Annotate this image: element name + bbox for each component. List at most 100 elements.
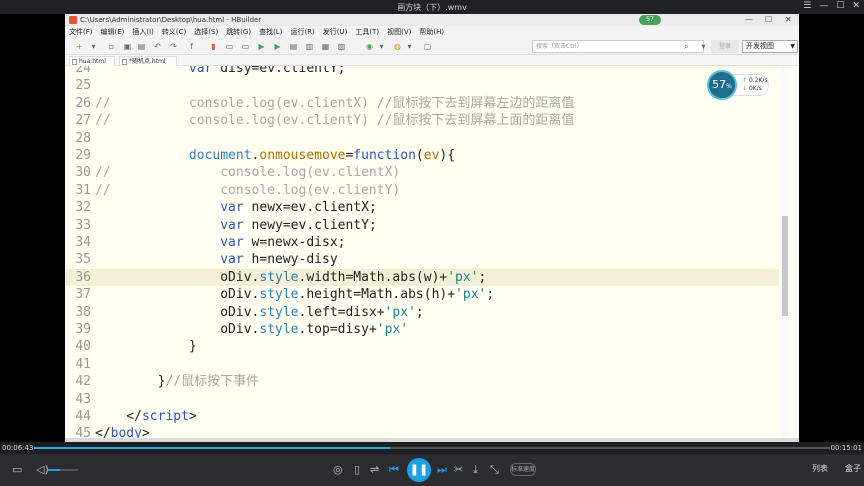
close-icon[interactable]: ✕: [852, 1, 860, 11]
code-line[interactable]: 39 oDiv.style.top=disy+'px': [65, 321, 779, 338]
box-button[interactable]: 盒子: [845, 463, 861, 474]
code-token: function: [353, 148, 416, 163]
code-line[interactable]: 34 var w=newx-disx;: [65, 234, 779, 251]
redo-icon[interactable]: ↷: [169, 42, 178, 51]
folder-icon[interactable]: ▭: [12, 463, 22, 476]
code-line[interactable]: 27// console.log(ev.clientY) //鼠标按下去到屏幕上…: [65, 112, 779, 129]
login-button[interactable]: 登录: [711, 40, 739, 53]
pause-button[interactable]: ❚❚: [407, 458, 431, 482]
menu-item[interactable]: 查找(L): [259, 27, 282, 37]
save-icon[interactable]: ▣: [123, 42, 132, 51]
menu-item[interactable]: 选择(S): [194, 27, 218, 37]
code-line[interactable]: 40 }: [65, 338, 779, 355]
line-number: 25: [75, 78, 91, 94]
panel-icon[interactable]: ▥: [305, 42, 314, 51]
search-icon[interactable]: ⌕: [684, 42, 688, 52]
find-icon[interactable]: ▭: [225, 42, 234, 51]
volume-icon[interactable]: ◁): [36, 463, 49, 476]
code-line[interactable]: 41: [65, 356, 779, 373]
code-line[interactable]: 26// console.log(ev.clientX) //鼠标按下去到屏幕左…: [65, 95, 779, 112]
menu-item[interactable]: 编辑(E): [101, 27, 125, 37]
menu-item[interactable]: 运行(R): [290, 27, 314, 37]
upload-arrow-icon: ↑: [742, 77, 748, 84]
code-editor[interactable]: 24 var disy=ev.clientY; 25 26// console.lo…: [65, 66, 799, 442]
format-icon[interactable]: f: [187, 42, 196, 51]
scrollbar-thumb[interactable]: [782, 216, 788, 316]
layout-icon[interactable]: ▤: [289, 42, 298, 51]
fullscreen-icon[interactable]: ▢: [423, 42, 432, 51]
menu-item[interactable]: 插入(I): [132, 27, 154, 37]
vr-icon[interactable]: ◎: [333, 463, 343, 476]
screenshot-icon[interactable]: ▯: [354, 463, 360, 476]
code-line[interactable]: 33 var newy=ev.clientY;: [65, 217, 779, 234]
run-icon[interactable]: ▶: [257, 42, 266, 51]
view-select[interactable]: 开发视图 ▼: [742, 40, 798, 53]
code-line[interactable]: 30// console.log(ev.clientX): [65, 164, 779, 181]
download-icon[interactable]: ⤓: [473, 463, 478, 477]
sidebar-icon[interactable]: ▧: [337, 42, 346, 51]
split-icon[interactable]: ▦: [321, 42, 330, 51]
code-line[interactable]: 29 document.onmousemove=function(ev){: [65, 147, 779, 164]
tab-hua-html[interactable]: hua.html: [69, 56, 115, 66]
code-line[interactable]: 24 var disy=ev.clientY;: [65, 66, 779, 77]
volume-slider[interactable]: [48, 469, 78, 471]
menu-item[interactable]: 帮助(H): [419, 27, 444, 37]
code-line[interactable]: 35 var h=newy-disy: [65, 251, 779, 268]
menu-icon[interactable]: ☰: [803, 1, 811, 11]
code-line[interactable]: 44 </script>: [65, 408, 779, 425]
open-icon[interactable]: ▫: [107, 42, 116, 51]
notification-badge[interactable]: 57: [639, 15, 661, 25]
code-token: style: [259, 304, 299, 320]
hb-maximize-icon[interactable]: ☐: [765, 15, 772, 24]
video-area[interactable]: C:\Users\Administrator\Desktop\hua.html …: [0, 14, 864, 442]
browser-dropdown-icon[interactable]: ▾: [377, 42, 386, 51]
vertical-scrollbar[interactable]: [781, 66, 789, 442]
replace-icon[interactable]: ▭: [241, 42, 250, 51]
cut-icon[interactable]: ✂: [454, 463, 463, 476]
browser-icon[interactable]: ◉: [365, 42, 374, 51]
hb-close-icon[interactable]: ✕: [785, 15, 792, 24]
bookmark-icon[interactable]: ▮: [209, 42, 218, 51]
menu-item[interactable]: 转义(C): [162, 27, 186, 37]
search-dropdown-icon[interactable]: ▾: [699, 42, 708, 51]
menu-item[interactable]: 文件(F): [69, 27, 93, 37]
code-line[interactable]: 38 oDiv.style.left=disx+'px';: [65, 304, 779, 321]
code-line[interactable]: 32 var newx=ev.clientX;: [65, 199, 779, 216]
code-line[interactable]: 37 oDiv.style.height=Math.abs(h)+'px';: [65, 286, 779, 303]
progress-track[interactable]: [34, 447, 830, 449]
maximize-icon[interactable]: ☐: [836, 1, 844, 11]
code-line[interactable]: 25: [65, 77, 779, 94]
code-token: ;: [415, 304, 424, 320]
previous-icon[interactable]: ⏮: [389, 463, 399, 477]
menu-item[interactable]: 视图(V): [387, 27, 411, 37]
shrink-icon[interactable]: ⤡: [490, 463, 499, 477]
next-icon[interactable]: ⏭: [437, 463, 447, 477]
code-line[interactable]: 36 oDiv.style.width=Math.abs(w)+'px';: [65, 268, 779, 286]
code-line[interactable]: 31// console.log(ev.clientY): [65, 182, 779, 199]
code-token: >: [188, 409, 197, 424]
search-input[interactable]: 搜索（双击Ctrl）: [532, 40, 704, 53]
code-line[interactable]: 42 }//鼠标按下事件: [65, 373, 779, 390]
preview-dropdown-icon[interactable]: ▾: [405, 42, 414, 51]
line-number: 39: [75, 322, 91, 337]
settings-sliders-icon[interactable]: ⇌: [370, 463, 379, 476]
progress-bar[interactable]: 00:06:43 00:15:01: [0, 442, 864, 454]
code-line[interactable]: 28: [65, 130, 779, 147]
save-all-icon[interactable]: ▤: [137, 42, 146, 51]
memory-usage-circle[interactable]: 57%: [707, 70, 737, 100]
undo-icon[interactable]: ↶: [153, 42, 162, 51]
debug-icon[interactable]: ▶: [273, 42, 282, 51]
playback-speed-button[interactable]: 标准速度: [510, 463, 536, 476]
menu-item[interactable]: 发行(U): [323, 27, 348, 37]
code-line[interactable]: 43: [65, 391, 779, 408]
hb-minimize-icon[interactable]: —: [745, 15, 753, 24]
tab-suijidian-html[interactable]: *随机点.html: [119, 56, 177, 66]
playlist-button[interactable]: 列表: [812, 463, 828, 474]
new-file-icon[interactable]: +: [75, 42, 84, 51]
dropdown-icon[interactable]: ▾: [89, 42, 98, 51]
upload-speed: 0.2K/s: [748, 77, 768, 84]
menu-item[interactable]: 工具(T): [355, 27, 379, 37]
menu-item[interactable]: 跳转(G): [226, 27, 251, 37]
preview-icon[interactable]: ◍: [393, 42, 402, 51]
minimize-icon[interactable]: —: [819, 1, 828, 11]
